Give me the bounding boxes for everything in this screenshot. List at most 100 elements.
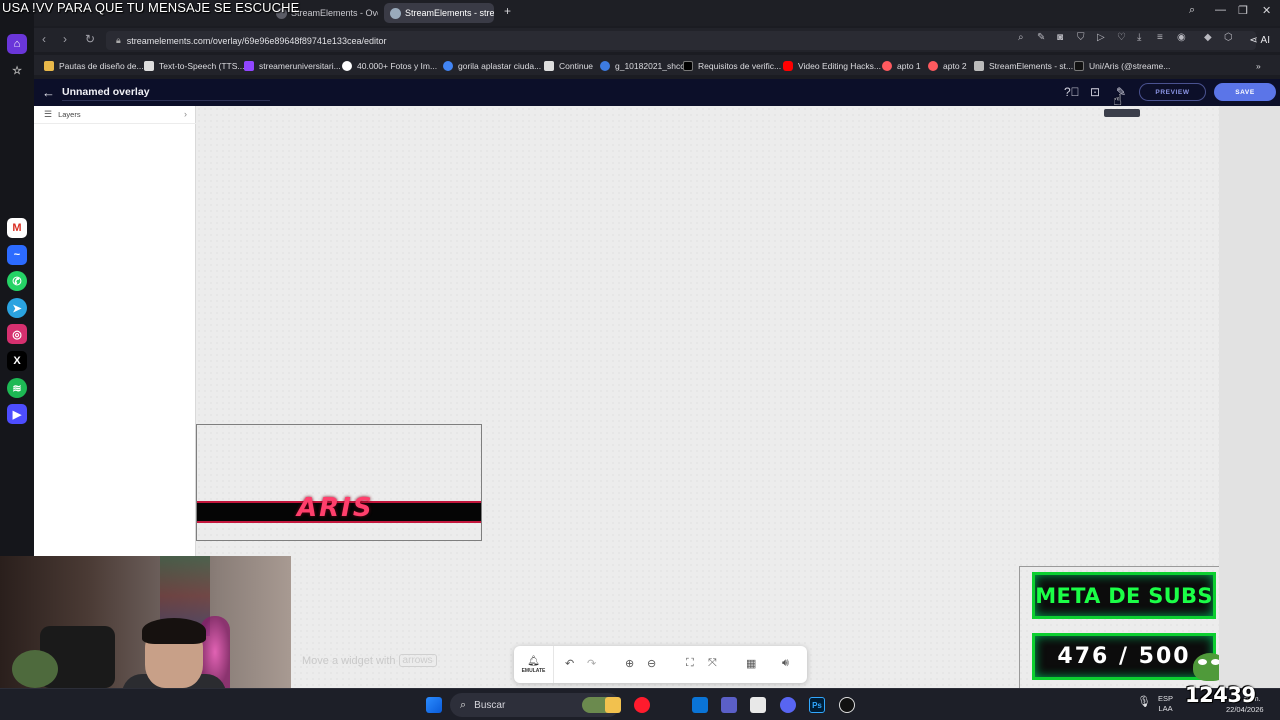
back-icon[interactable]: ‹: [42, 32, 46, 46]
airbnb-icon: [928, 60, 938, 71]
search-icon: ⌕: [460, 698, 467, 711]
overlay-title[interactable]: Unnamed overlay: [62, 86, 150, 98]
sub-goal-widget[interactable]: META DE SUBS 476 / 500: [1019, 566, 1219, 688]
tooltip: [1104, 109, 1140, 117]
layers-panel: ☰ Layers ›: [34, 106, 196, 556]
gmail-icon[interactable]: M: [7, 218, 27, 238]
download-icon[interactable]: ⤓: [1137, 32, 1141, 43]
player-icon[interactable]: ▶: [7, 404, 27, 424]
editor-header: ← Unnamed overlay ?⃝ ⊡ ✎ PREVIEW SAVE: [34, 79, 1280, 106]
back-arrow-icon[interactable]: ←: [42, 85, 55, 100]
bookmarks-bar: Pautas de diseño de... Text-to-Speech (T…: [34, 55, 1280, 75]
file-explorer-icon[interactable]: [605, 697, 621, 713]
bookmark-item[interactable]: Continue: [544, 59, 593, 72]
language-indicator[interactable]: ESP LAA: [1158, 694, 1173, 714]
undo-icon[interactable]: ↶: [565, 657, 574, 670]
fit-screen-icon[interactable]: ⛶: [686, 657, 694, 670]
redo-icon[interactable]: ↷: [587, 657, 596, 670]
bookmark-item[interactable]: Requisitos de verific...: [683, 59, 781, 72]
cloud-icon: [600, 60, 610, 71]
profile-icon[interactable]: ◉: [1177, 32, 1186, 43]
zoom-out-icon[interactable]: ⊖: [647, 657, 656, 670]
microphone-icon[interactable]: 🎙︎: [1137, 697, 1151, 708]
grid-icon[interactable]: ▦: [746, 657, 756, 670]
twitch-icon: [244, 60, 254, 71]
overlay-canvas[interactable]: ARIS Move a widget with arrows 🔔︎ EMULAT…: [196, 106, 1219, 688]
heart-icon[interactable]: ♡: [1117, 32, 1126, 43]
bell-icon: 🔔︎: [527, 655, 540, 667]
telegram-icon[interactable]: ➤: [7, 298, 27, 318]
bookmark-item[interactable]: Pautas de diseño de...: [44, 59, 144, 72]
move-widget-hint: Move a widget with arrows: [302, 654, 437, 667]
windows-start-icon[interactable]: [426, 697, 442, 713]
maximize-icon[interactable]: ❐: [1238, 4, 1248, 17]
cube-icon[interactable]: ⬡: [1224, 32, 1233, 43]
preview-button[interactable]: PREVIEW: [1139, 83, 1206, 101]
camera-icon[interactable]: ◙: [1057, 32, 1063, 43]
reload-icon[interactable]: ↻: [85, 32, 95, 46]
stream-overlay-caption: USA !VV PARA QUE TU MENSAJE SE ESCUCHE: [2, 0, 300, 15]
bookmark-item[interactable]: StreamElements - st...: [974, 59, 1073, 72]
send-icon[interactable]: ▷: [1097, 32, 1105, 43]
discord-icon[interactable]: [780, 697, 796, 713]
freepik-icon: [342, 60, 352, 71]
minimize-icon[interactable]: —: [1215, 4, 1226, 16]
windows-taskbar: ⌕ Buscar Ps ESP LAA 🎙︎ p. m. 22/04/2026: [0, 688, 1280, 720]
forward-icon[interactable]: ›: [63, 32, 67, 46]
emulate-button[interactable]: 🔔︎ EMULATE: [514, 646, 554, 683]
zoom-in-icon[interactable]: ⊕: [625, 657, 634, 670]
sub-goal-count: 476 / 500: [1057, 644, 1191, 669]
edit-page-icon[interactable]: ✎: [1037, 32, 1045, 43]
center-icon[interactable]: ⤧: [708, 657, 717, 670]
x-icon[interactable]: X: [7, 351, 27, 371]
calendar-icon[interactable]: [750, 697, 766, 713]
bookmark-item[interactable]: 40.000+ Fotos y Im...: [342, 59, 437, 72]
chevron-right-icon: ›: [184, 109, 187, 119]
bookmark-item[interactable]: apto 2: [928, 59, 967, 72]
bookmark-item[interactable]: Uni/Aris (@streame...: [1074, 59, 1170, 72]
streamelements-icon: [974, 60, 984, 71]
bookmark-item[interactable]: Video Editing Hacks...: [783, 59, 881, 72]
overlay-settings-icon[interactable]: ⊡: [1090, 85, 1100, 99]
store-icon[interactable]: [692, 697, 708, 713]
opera-icon[interactable]: [634, 697, 650, 713]
bookmark-item[interactable]: apto 1: [882, 59, 921, 72]
tab-streamelements-active[interactable]: StreamElements - stream: [384, 3, 494, 23]
sound-icon[interactable]: 🔊︎: [782, 657, 789, 670]
layers-toggle[interactable]: ☰ Layers ›: [34, 106, 196, 124]
folder-icon: [44, 60, 54, 71]
webcam-person-hair: [142, 618, 206, 644]
close-icon[interactable]: ✕: [1262, 4, 1271, 17]
whatsapp-icon[interactable]: ✆: [7, 271, 27, 291]
aris-banner-widget[interactable]: ARIS: [196, 424, 482, 541]
lens-icon[interactable]: ⌕: [1018, 32, 1024, 43]
bookmark-item[interactable]: Text-to-Speech (TTS...: [144, 59, 245, 72]
tiktok-icon: [1074, 60, 1084, 71]
obs-icon[interactable]: [839, 697, 855, 713]
document-icon: [544, 60, 554, 71]
stream-counter: 12439: [1185, 683, 1256, 707]
taskbar-search[interactable]: ⌕ Buscar: [450, 693, 620, 717]
photoshop-icon[interactable]: Ps: [809, 697, 825, 713]
ai-button[interactable]: ⋖ AI: [1245, 31, 1274, 49]
star-icon[interactable]: ☆: [7, 60, 27, 80]
bookmark-item[interactable]: streameruniversitari...: [244, 59, 341, 72]
help-icon[interactable]: ?⃝: [1064, 85, 1080, 99]
teams-icon[interactable]: [721, 697, 737, 713]
instagram-icon[interactable]: ◎: [7, 324, 27, 344]
save-button[interactable]: SAVE: [1214, 83, 1276, 101]
sub-goal-count-box: 476 / 500: [1032, 633, 1216, 680]
shield-icon[interactable]: ⛉: [1077, 32, 1085, 43]
bookmark-item[interactable]: gorila aplastar ciuda...: [443, 59, 541, 72]
new-tab-icon[interactable]: +: [504, 4, 511, 18]
streamelements-favicon-icon: [390, 7, 401, 19]
menu-icon[interactable]: ≡: [1157, 32, 1163, 43]
messenger-icon[interactable]: ~: [7, 245, 27, 265]
bookmarks-more-icon[interactable]: »: [1256, 59, 1261, 72]
sub-goal-title: META DE SUBS: [1035, 583, 1213, 608]
bookmark-item[interactable]: g_10182021_shcc: [600, 59, 684, 72]
search-tabs-icon[interactable]: ⌕: [1189, 4, 1195, 17]
spotify-icon[interactable]: ≋: [7, 378, 27, 398]
extension-diamond-icon[interactable]: ◆: [1204, 32, 1212, 43]
home-icon[interactable]: ⌂: [7, 34, 27, 54]
